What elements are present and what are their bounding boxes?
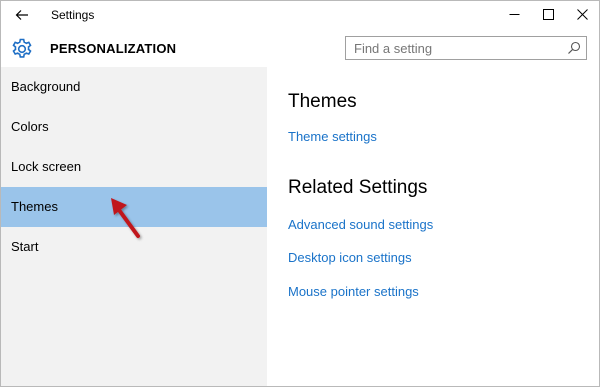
sidebar-item-start[interactable]: Start xyxy=(1,227,267,267)
sidebar-item-themes[interactable]: Themes xyxy=(1,187,267,227)
minimize-icon xyxy=(509,13,519,15)
sidebar-item-colors[interactable]: Colors xyxy=(1,107,267,147)
maximize-icon xyxy=(542,8,554,20)
page-title: PERSONALIZATION xyxy=(50,41,177,56)
close-button[interactable] xyxy=(565,1,599,27)
sidebar-item-background[interactable]: Background xyxy=(1,67,267,107)
mouse-pointer-settings-link[interactable]: Mouse pointer settings xyxy=(288,284,419,299)
page-header: PERSONALIZATION xyxy=(1,29,599,67)
search-icon[interactable] xyxy=(567,41,581,55)
close-icon xyxy=(576,8,588,20)
window-controls xyxy=(497,1,599,29)
maximize-button[interactable] xyxy=(531,1,565,27)
back-button[interactable] xyxy=(9,3,35,27)
settings-window: Settings PERSONALIZATION Find a setting … xyxy=(0,0,600,387)
sidebar: Background Colors Lock screen Themes Sta… xyxy=(1,67,267,386)
themes-heading: Themes xyxy=(288,91,357,112)
advanced-sound-settings-link[interactable]: Advanced sound settings xyxy=(288,217,433,232)
gear-icon xyxy=(12,38,32,58)
sidebar-item-lock-screen[interactable]: Lock screen xyxy=(1,147,267,187)
window-title: Settings xyxy=(51,8,95,22)
back-arrow-icon xyxy=(15,10,28,20)
theme-settings-link[interactable]: Theme settings xyxy=(288,129,377,144)
search-input[interactable] xyxy=(346,37,564,59)
title-bar: Settings xyxy=(1,1,599,29)
main-content: Themes Theme settings Related Settings A… xyxy=(267,67,599,386)
search-box[interactable] xyxy=(345,36,587,60)
desktop-icon-settings-link[interactable]: Desktop icon settings xyxy=(288,250,412,265)
minimize-button[interactable] xyxy=(497,1,531,27)
related-settings-heading: Related Settings xyxy=(288,177,428,198)
